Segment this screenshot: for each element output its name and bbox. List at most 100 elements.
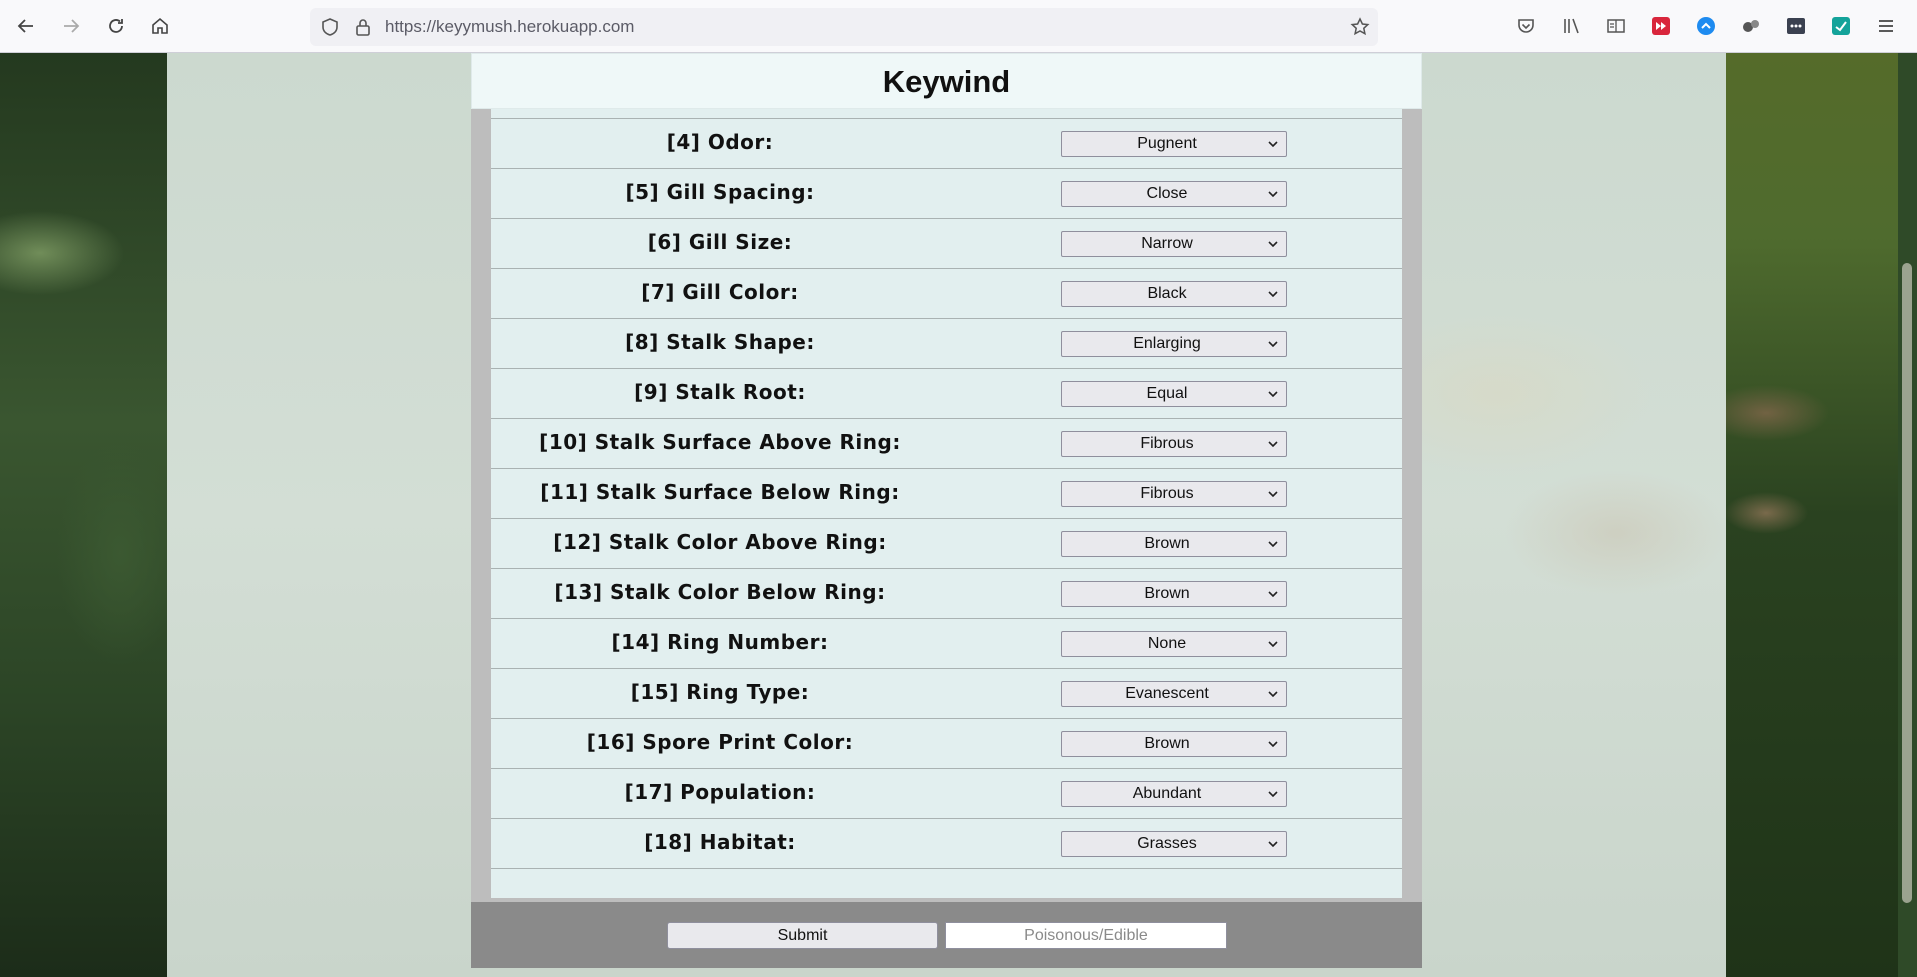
- feature-row: [5] Gill Spacing: Close: [491, 169, 1402, 219]
- feature-row: [16] Spore Print Color: Brown: [491, 719, 1402, 769]
- feature-row: [8] Stalk Shape: Enlarging: [491, 319, 1402, 369]
- feature-select[interactable]: Brown: [1061, 731, 1287, 757]
- feature-select[interactable]: Black: [1061, 281, 1287, 307]
- lock-icon[interactable]: [354, 17, 372, 41]
- feature-label: [4] Odor:: [666, 130, 774, 154]
- forward-icon[interactable]: [55, 10, 87, 42]
- extension-teal-icon[interactable]: [1829, 14, 1853, 38]
- pocket-icon[interactable]: [1514, 14, 1538, 38]
- chevron-down-icon: [1268, 841, 1278, 848]
- background-image-left: [0, 53, 167, 977]
- form-footer: Submit Poisonous/Edible: [471, 902, 1422, 968]
- feature-label: [12] Stalk Color Above Ring:: [553, 530, 887, 554]
- chevron-down-icon: [1268, 441, 1278, 448]
- feature-select-value: Black: [1147, 285, 1187, 302]
- feature-row: [4] Odor: Pugnent: [491, 119, 1402, 169]
- chevron-down-icon: [1268, 241, 1278, 248]
- feature-select[interactable]: Enlarging: [1061, 331, 1287, 357]
- back-icon[interactable]: [10, 10, 42, 42]
- feature-select-value: Brown: [1144, 535, 1190, 552]
- library-icon[interactable]: [1560, 14, 1584, 38]
- feature-row: [7] Gill Color: Black: [491, 269, 1402, 319]
- form-frame: [3] Bruises:Yes[4] Odor:Pugnent[5] Gill …: [471, 69, 1422, 958]
- extension-red-icon[interactable]: [1649, 14, 1673, 38]
- feature-row: [9] Stalk Root: Equal: [491, 369, 1402, 419]
- feature-select-value: Evanescent: [1125, 685, 1209, 702]
- feature-select[interactable]: Evanescent: [1061, 681, 1287, 707]
- extension-blue-icon[interactable]: [1694, 14, 1718, 38]
- chevron-down-icon: [1268, 691, 1278, 698]
- feature-select-value: Brown: [1144, 585, 1190, 602]
- star-icon[interactable]: [1350, 17, 1370, 41]
- feature-select[interactable]: Grasses: [1061, 831, 1287, 857]
- feature-row: [14] Ring Number: None: [491, 619, 1402, 669]
- feature-select[interactable]: Fibrous: [1061, 431, 1287, 457]
- feature-row: [18] Habitat: Grasses: [491, 819, 1402, 869]
- reader-icon[interactable]: [1604, 14, 1628, 38]
- chevron-down-icon: [1268, 141, 1278, 148]
- feature-row: [17] Population: Abundant: [491, 769, 1402, 819]
- chevron-down-icon: [1268, 591, 1278, 598]
- chevron-down-icon: [1268, 191, 1278, 198]
- feature-label: [16] Spore Print Color:: [586, 730, 854, 754]
- scrollbar[interactable]: [1898, 53, 1917, 977]
- feature-select[interactable]: Close: [1061, 181, 1287, 207]
- feature-select-value: Enlarging: [1133, 335, 1201, 352]
- feature-select[interactable]: None: [1061, 631, 1287, 657]
- feature-row: [13] Stalk Color Below Ring: Brown: [491, 569, 1402, 619]
- feature-label: [17] Population:: [624, 780, 816, 804]
- feature-select-value: Close: [1146, 185, 1188, 202]
- address-bar[interactable]: https://keyymush.herokuapp.com: [310, 8, 1378, 46]
- feature-list: [3] Bruises:Yes[4] Odor:Pugnent[5] Gill …: [491, 69, 1402, 898]
- feature-label: [18] Habitat:: [644, 830, 796, 854]
- feature-select[interactable]: Abundant: [1061, 781, 1287, 807]
- feature-select[interactable]: Fibrous: [1061, 481, 1287, 507]
- chevron-down-icon: [1268, 791, 1278, 798]
- feature-label: [14] Ring Number:: [611, 630, 829, 654]
- result-field[interactable]: Poisonous/Edible: [945, 922, 1227, 949]
- extension-dark-icon[interactable]: [1784, 14, 1808, 38]
- shield-icon[interactable]: [320, 17, 340, 41]
- feature-row: [12] Stalk Color Above Ring: Brown: [491, 519, 1402, 569]
- feature-select[interactable]: Brown: [1061, 531, 1287, 557]
- feature-row: [11] Stalk Surface Below Ring: Fibrous: [491, 469, 1402, 519]
- feature-select-value: Grasses: [1137, 835, 1197, 852]
- feature-select-value: Fibrous: [1140, 485, 1194, 502]
- extension-gray-icon[interactable]: [1739, 14, 1763, 38]
- feature-select[interactable]: Pugnent: [1061, 131, 1287, 157]
- submit-button[interactable]: Submit: [667, 922, 938, 949]
- feature-label: [8] Stalk Shape:: [625, 330, 815, 354]
- header-bar: Keywind: [471, 53, 1422, 109]
- home-icon[interactable]: [144, 10, 176, 42]
- feature-row: [6] Gill Size: Narrow: [491, 219, 1402, 269]
- feature-label: [13] Stalk Color Below Ring:: [554, 580, 886, 604]
- feature-row: [15] Ring Type: Evanescent: [491, 669, 1402, 719]
- feature-select-value: Abundant: [1132, 785, 1202, 802]
- chevron-down-icon: [1268, 541, 1278, 548]
- feature-label: [6] Gill Size:: [647, 230, 793, 254]
- feature-label: [9] Stalk Root:: [634, 380, 806, 404]
- feature-row: [10] Stalk Surface Above Ring: Fibrous: [491, 419, 1402, 469]
- chevron-down-icon: [1268, 641, 1278, 648]
- reload-icon[interactable]: [100, 10, 132, 42]
- feature-label: [10] Stalk Surface Above Ring:: [539, 430, 901, 454]
- menu-icon[interactable]: [1874, 14, 1898, 38]
- feature-select-value: Pugnent: [1137, 135, 1197, 152]
- feature-label: [11] Stalk Surface Below Ring:: [540, 480, 900, 504]
- feature-select-value: Narrow: [1141, 235, 1193, 252]
- feature-select[interactable]: Brown: [1061, 581, 1287, 607]
- feature-label: [15] Ring Type:: [630, 680, 810, 704]
- feature-select[interactable]: Equal: [1061, 381, 1287, 407]
- feature-select-value: None: [1147, 635, 1187, 652]
- page-viewport: [3] Bruises:Yes[4] Odor:Pugnent[5] Gill …: [0, 53, 1898, 977]
- chevron-down-icon: [1268, 391, 1278, 398]
- browser-toolbar: https://keyymush.herokuapp.com: [0, 0, 1917, 53]
- chevron-down-icon: [1268, 341, 1278, 348]
- scrollbar-thumb[interactable]: [1902, 263, 1912, 903]
- feature-select[interactable]: Narrow: [1061, 231, 1287, 257]
- url-text[interactable]: https://keyymush.herokuapp.com: [385, 17, 634, 37]
- chevron-down-icon: [1268, 291, 1278, 298]
- chevron-down-icon: [1268, 741, 1278, 748]
- chevron-down-icon: [1268, 491, 1278, 498]
- feature-select-value: Fibrous: [1140, 435, 1194, 452]
